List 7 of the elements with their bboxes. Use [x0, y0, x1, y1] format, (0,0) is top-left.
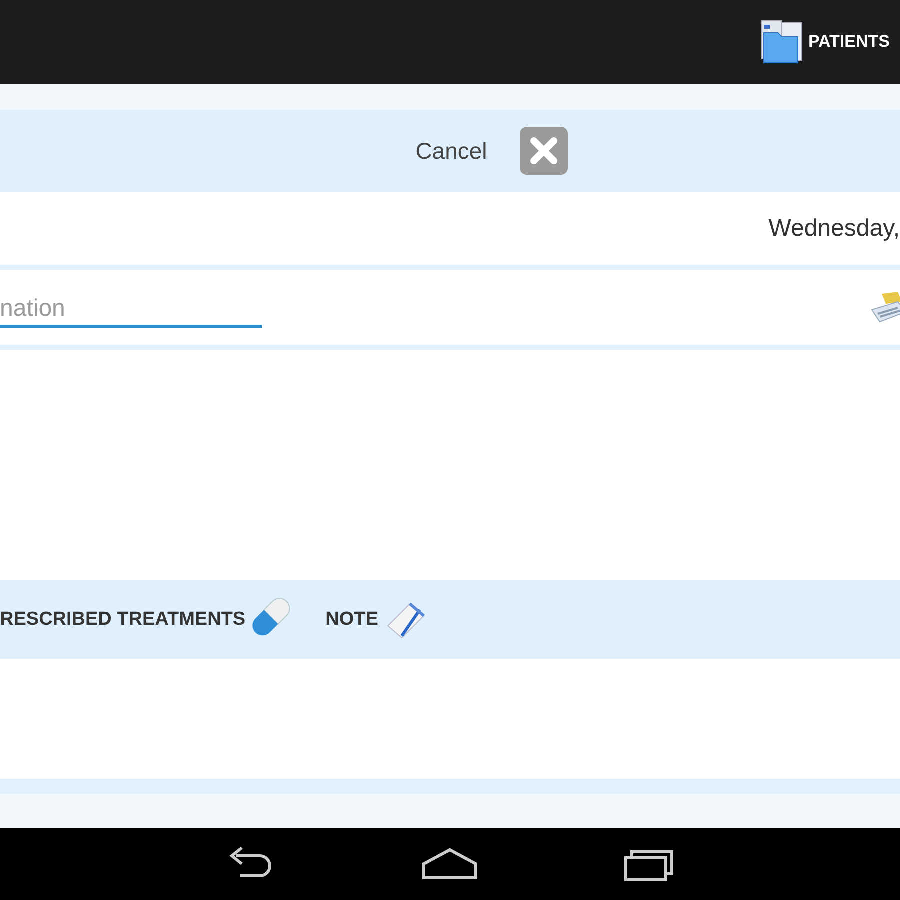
cancel-button[interactable]: Cancel — [416, 126, 570, 176]
date-text: Wednesday, — [768, 214, 900, 242]
close-icon — [519, 126, 570, 176]
patients-button[interactable]: PATIENTS — [758, 17, 890, 67]
tab[interactable]: NOTE — [326, 596, 430, 644]
input-field[interactable]: nation — [0, 287, 262, 328]
tab[interactable]: RESCRIBED TREATMENTS — [0, 596, 298, 644]
